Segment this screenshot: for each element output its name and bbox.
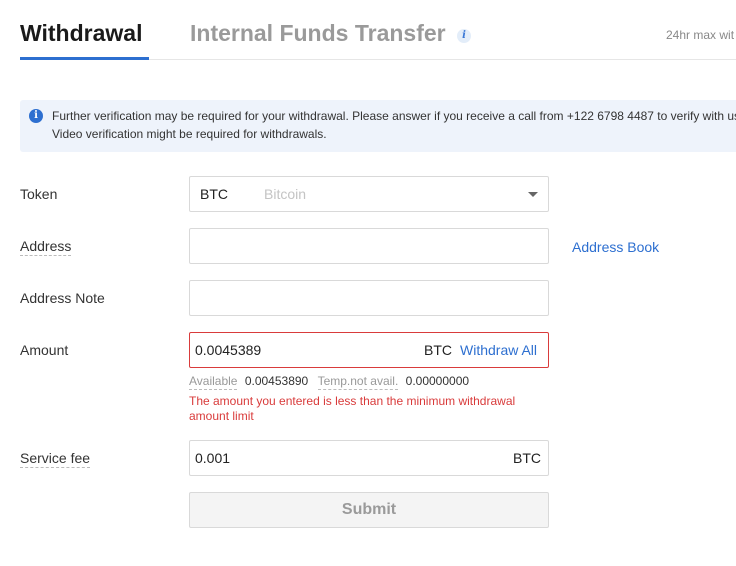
service-fee-value: 0.001 <box>195 450 231 466</box>
temp-not-avail-value: 0.00000000 <box>405 374 470 388</box>
tab-internal-funds-transfer[interactable]: Internal Funds Transfer <box>190 20 446 47</box>
amount-label: Amount <box>20 342 69 358</box>
notice-text-line2: Video verification might be required for… <box>52 127 327 141</box>
amount-input[interactable]: 0.0045389 BTC Withdraw All <box>189 332 549 368</box>
tab-withdrawal[interactable]: Withdrawal <box>20 20 142 47</box>
amount-unit: BTC <box>424 342 452 358</box>
notice-text-line1: Further verification may be required for… <box>52 109 736 123</box>
caret-down-icon <box>528 192 538 197</box>
max-limit-text: 24hr max wit <box>666 28 735 42</box>
service-fee-unit: BTC <box>513 450 541 466</box>
info-icon[interactable]: i <box>457 29 471 43</box>
address-label: Address <box>20 238 72 256</box>
submit-button[interactable]: Submit <box>189 492 549 528</box>
address-note-label: Address Note <box>20 290 105 306</box>
temp-not-avail-label: Temp.not avail. <box>317 374 399 390</box>
available-value: 0.00453890 <box>244 374 309 388</box>
amount-error-line1: The amount you entered is less than the … <box>189 394 516 408</box>
token-select[interactable]: BTC Bitcoin <box>189 176 549 212</box>
info-circle-icon: i <box>29 109 43 123</box>
address-note-input[interactable] <box>189 280 549 316</box>
address-book-link[interactable]: Address Book <box>572 239 659 255</box>
amount-value: 0.0045389 <box>195 342 262 358</box>
withdraw-all-button[interactable]: Withdraw All <box>460 342 537 358</box>
verification-notice: i Further verification may be required f… <box>20 100 736 152</box>
service-fee-label: Service fee <box>20 450 91 468</box>
amount-error-line2: amount limit <box>189 409 254 423</box>
address-input[interactable] <box>189 228 549 264</box>
token-label: Token <box>20 186 58 202</box>
available-label: Available <box>189 374 238 390</box>
token-name: Bitcoin <box>264 186 307 202</box>
service-fee-input[interactable]: 0.001 BTC <box>189 440 549 476</box>
token-symbol: BTC <box>200 186 228 202</box>
active-tab-indicator <box>20 57 149 60</box>
